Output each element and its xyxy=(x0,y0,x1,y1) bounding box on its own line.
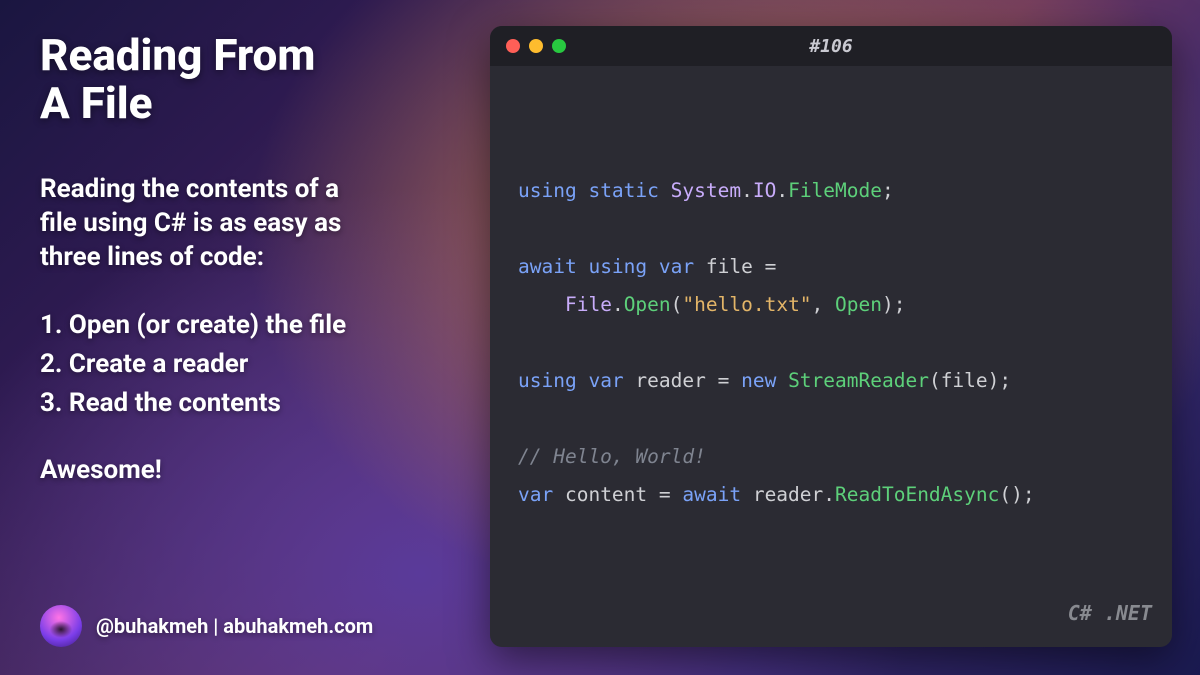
close-icon[interactable] xyxy=(506,39,520,53)
language-badge: C# .NET xyxy=(1068,594,1152,633)
traffic-lights xyxy=(506,39,566,53)
step-item: 2. Create a reader xyxy=(40,345,470,384)
author-separator: | xyxy=(208,614,223,638)
code-line: await using var file = xyxy=(518,248,1148,286)
code-line xyxy=(518,324,1148,362)
maximize-icon[interactable] xyxy=(552,39,566,53)
slide-exclaim: Awesome! xyxy=(40,455,470,485)
slide-title: Reading FromA File xyxy=(40,32,470,127)
code-line xyxy=(518,400,1148,438)
window-title: #106 xyxy=(490,36,1172,57)
code-line: // Hello, World! xyxy=(518,438,1148,476)
code-line: using var reader = new StreamReader(file… xyxy=(518,362,1148,400)
author-site: abuhakmeh.com xyxy=(223,614,373,638)
window-titlebar: #106 xyxy=(490,26,1172,66)
step-item: 1. Open (or create) the file xyxy=(40,306,470,345)
steps-list: 1. Open (or create) the file 2. Create a… xyxy=(40,306,470,423)
slide-subtitle: Reading the contents of afile using C# i… xyxy=(40,173,470,274)
code-block: using static System.IO.FileMode; await u… xyxy=(490,66,1172,647)
code-line: using static System.IO.FileMode; xyxy=(518,172,1148,210)
author-line: @buhakmeh | abuhakmeh.com xyxy=(40,605,470,647)
avatar xyxy=(40,605,82,647)
minimize-icon[interactable] xyxy=(529,39,543,53)
author-text: @buhakmeh | abuhakmeh.com xyxy=(96,614,373,638)
step-item: 3. Read the contents xyxy=(40,384,470,423)
code-editor-window: #106 using static System.IO.FileMode; aw… xyxy=(490,26,1172,647)
right-panel: #106 using static System.IO.FileMode; aw… xyxy=(490,0,1200,675)
author-handle: @buhakmeh xyxy=(96,614,208,638)
left-panel: Reading FromA File Reading the contents … xyxy=(0,0,490,675)
code-line: File.Open("hello.txt", Open); xyxy=(518,286,1148,324)
code-line: var content = await reader.ReadToEndAsyn… xyxy=(518,476,1148,514)
code-line xyxy=(518,210,1148,248)
